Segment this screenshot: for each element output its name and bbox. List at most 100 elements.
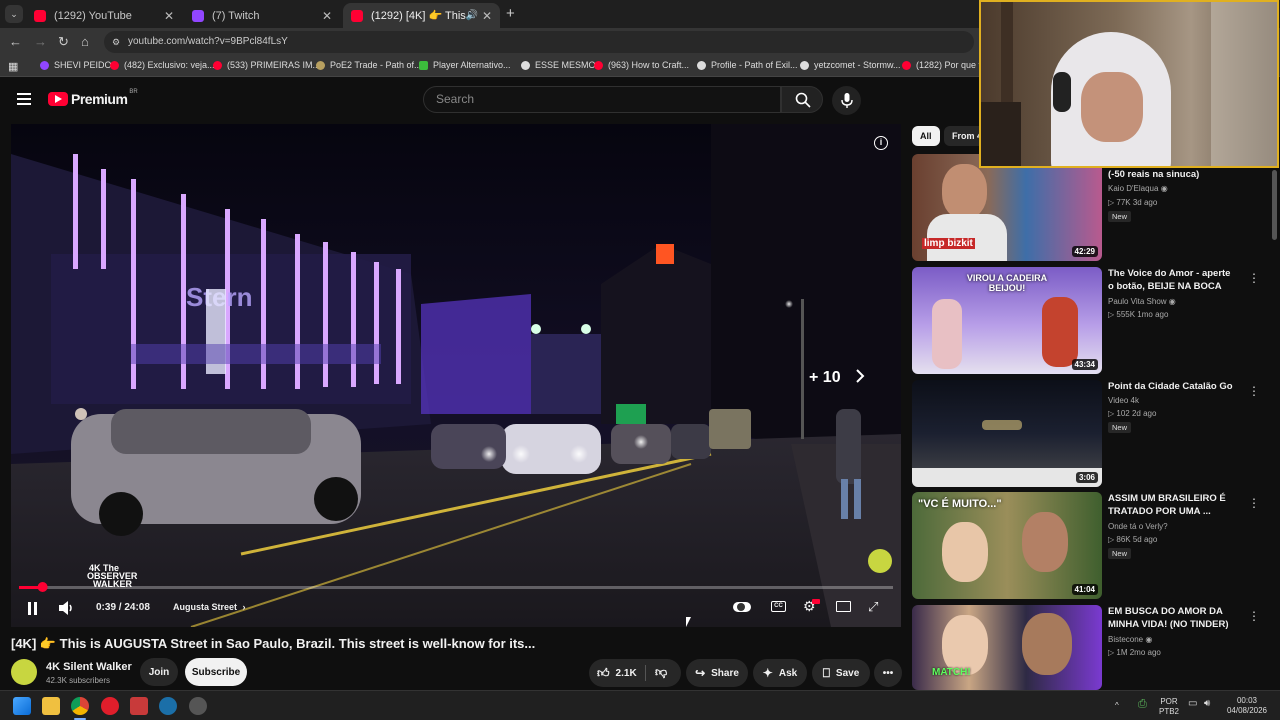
chevron-right-icon: › bbox=[242, 602, 246, 612]
more-vertical-icon[interactable]: ⋮ bbox=[1248, 496, 1260, 510]
bookmark-icon: ⎕ bbox=[822, 665, 830, 680]
opera-icon[interactable] bbox=[101, 697, 119, 715]
apps-grid-icon[interactable]: ▦ bbox=[8, 60, 18, 73]
forward-arrow-icon[interactable]: → bbox=[34, 34, 47, 49]
recommendation-item[interactable]: MATCH! EM BUSCA DO AMOR DA MINHA VIDA! (… bbox=[912, 605, 1272, 690]
youtube-logo[interactable]: Premium BR bbox=[48, 89, 138, 107]
channel-name[interactable]: 4K Silent Walker bbox=[46, 661, 132, 673]
dislike-button[interactable]: 👎︎ bbox=[655, 665, 667, 680]
ask-button[interactable]: ✦ Ask bbox=[753, 659, 807, 687]
share-icon: ↪ bbox=[695, 666, 706, 680]
clock[interactable]: 00:03 04/08/2026 bbox=[1220, 696, 1274, 716]
recommendation-channel[interactable]: Kaio D'Elaqua ◉ bbox=[1108, 184, 1168, 193]
volume-icon bbox=[59, 601, 72, 615]
recommendation-item[interactable]: limp bizkit 42:29 (-50 reais na sinuca) … bbox=[912, 154, 1272, 262]
save-button[interactable]: ⎕ Save bbox=[812, 659, 870, 687]
sidebar-scrollbar[interactable] bbox=[1272, 170, 1277, 240]
address-bar[interactable]: ⚙ youtube.com/watch?v=9BPcl84fLsY bbox=[104, 31, 974, 53]
back-arrow-icon[interactable]: ← bbox=[9, 34, 22, 49]
bookmark-item[interactable]: PoE2 Trade - Path of... bbox=[316, 60, 422, 70]
tray-overflow-icon[interactable]: ^ bbox=[1115, 701, 1119, 711]
tab-current-video[interactable]: (1292) [4K] 👉 This is AUGU 🔊 ✕ bbox=[343, 3, 500, 28]
tab-youtube-home[interactable]: (1292) YouTube ✕ bbox=[26, 3, 182, 28]
more-vertical-icon[interactable]: ⋮ bbox=[1248, 609, 1260, 623]
tab-twitch[interactable]: (7) Twitch ✕ bbox=[184, 3, 340, 28]
language-indicator[interactable]: POR PTB2 bbox=[1156, 697, 1182, 717]
video-thumbnail[interactable]: VIROU A CADEIRA BEIJOU! 43:34 bbox=[912, 267, 1102, 374]
progress-bar-track[interactable] bbox=[19, 586, 893, 589]
recommendation-item[interactable]: VIROU A CADEIRA BEIJOU! 43:34 The Voice … bbox=[912, 267, 1272, 375]
bookmark-item[interactable]: (963) How to Craft... bbox=[594, 60, 689, 70]
like-dislike-group: 👍︎ 2.1K 👎︎ bbox=[589, 659, 681, 687]
subscribe-button[interactable]: Subscribe bbox=[185, 658, 247, 686]
bookmark-item[interactable]: SHEVI PEIDO bbox=[40, 60, 112, 70]
chip-all[interactable]: All bbox=[912, 126, 940, 146]
channel-avatar[interactable] bbox=[11, 659, 37, 685]
recommendation-meta: ▷ 102 2d ago bbox=[1108, 409, 1157, 418]
mouse-cursor-icon bbox=[686, 617, 691, 627]
time-display: 0:39 / 24:08 bbox=[96, 602, 150, 613]
recommendation-channel[interactable]: Video 4k bbox=[1108, 396, 1139, 405]
video-thumbnail[interactable]: 3:06 bbox=[912, 380, 1102, 487]
bookmark-item[interactable]: Player Alternativo... bbox=[419, 60, 511, 70]
more-vertical-icon[interactable]: ⋮ bbox=[1248, 271, 1260, 285]
video-thumbnail[interactable]: "VC É MUITO..." 41:04 bbox=[912, 492, 1102, 599]
new-tab-button[interactable]: + bbox=[506, 5, 515, 22]
channel-watermark-icon[interactable] bbox=[868, 549, 892, 573]
recommendation-channel[interactable]: Onde tá o Verly? bbox=[1108, 522, 1168, 531]
bookmark-item[interactable]: (533) PRIMEIRAS IM... bbox=[213, 60, 320, 70]
search-input[interactable]: Search bbox=[423, 86, 781, 113]
site-info-icon[interactable]: ⚙ bbox=[112, 31, 120, 53]
tray-app-icon[interactable]: ⎙ bbox=[1138, 699, 1147, 710]
tab-search-icon[interactable]: ⌄ bbox=[5, 5, 23, 23]
settings-button[interactable]: ⚙ bbox=[803, 598, 820, 615]
info-icon[interactable]: i bbox=[874, 136, 888, 150]
video-thumbnail[interactable]: MATCH! bbox=[912, 605, 1102, 690]
like-button[interactable]: 👍︎ 2.1K bbox=[597, 666, 637, 681]
verified-icon: ◉ bbox=[1168, 297, 1176, 306]
settings-app-icon[interactable] bbox=[189, 697, 207, 715]
close-tab-icon[interactable]: ✕ bbox=[322, 9, 332, 23]
close-tab-icon[interactable]: ✕ bbox=[482, 9, 492, 23]
share-button[interactable]: ↪ Share bbox=[686, 659, 748, 687]
close-tab-icon[interactable]: ✕ bbox=[164, 9, 174, 23]
autoplay-toggle[interactable] bbox=[733, 602, 751, 612]
chrome-icon[interactable] bbox=[71, 697, 89, 715]
recommendation-item[interactable]: "VC É MUITO..." 41:04 ASSIM UM BRASILEIR… bbox=[912, 492, 1272, 600]
volume-tray-icon[interactable]: 🔊︎ bbox=[1204, 699, 1210, 709]
more-actions-button[interactable]: ••• bbox=[874, 659, 902, 687]
file-explorer-icon[interactable] bbox=[42, 697, 60, 715]
search-button[interactable] bbox=[781, 86, 823, 113]
youtube-favicon-icon bbox=[351, 9, 363, 22]
subtitles-button[interactable]: CC bbox=[771, 601, 786, 612]
bookmark-item[interactable]: Profile - Path of Exil... bbox=[697, 60, 798, 70]
join-button[interactable]: Join bbox=[140, 658, 178, 686]
fullscreen-button[interactable]: ⤢ bbox=[868, 599, 878, 615]
theater-mode-button[interactable] bbox=[836, 601, 851, 612]
microphone-icon bbox=[841, 93, 853, 108]
recommendation-channel[interactable]: Bistecone ◉ bbox=[1108, 635, 1152, 644]
video-thumbnail[interactable]: limp bizkit 42:29 bbox=[912, 154, 1102, 261]
app-icon[interactable] bbox=[130, 697, 148, 715]
bookmark-item[interactable]: yetzcomet - Stormw... bbox=[800, 60, 901, 70]
network-icon[interactable]: ▭ bbox=[1188, 699, 1197, 709]
youtube-play-logo-icon bbox=[48, 92, 68, 106]
bookmark-item[interactable]: (1282) Por que to bbox=[902, 60, 986, 70]
chapter-button[interactable]: Augusta Street › bbox=[173, 602, 246, 612]
video-player[interactable]: Stern bbox=[11, 124, 901, 627]
video-frame: Stern bbox=[11, 124, 901, 627]
more-vertical-icon[interactable]: ⋮ bbox=[1248, 384, 1260, 398]
menu-hamburger-icon[interactable] bbox=[17, 93, 31, 105]
pause-button[interactable] bbox=[27, 602, 39, 615]
recommendation-item[interactable]: 3:06 Point da Cidade Catalão Go Video 4k… bbox=[912, 380, 1272, 488]
bookmark-item[interactable]: ESSE MESMO bbox=[521, 60, 596, 70]
reload-icon[interactable]: ↻ bbox=[58, 34, 69, 50]
volume-button[interactable] bbox=[58, 600, 76, 618]
home-icon[interactable]: ⌂ bbox=[81, 34, 89, 49]
windows-start-icon[interactable] bbox=[13, 697, 31, 715]
voice-search-button[interactable] bbox=[832, 86, 861, 115]
steam-icon[interactable] bbox=[159, 697, 177, 715]
bookmark-item[interactable]: (482) Exclusivo: veja... bbox=[110, 60, 215, 70]
recommendation-channel[interactable]: Paulo Vita Show ◉ bbox=[1108, 297, 1176, 306]
progress-scrubber[interactable] bbox=[37, 582, 48, 592]
